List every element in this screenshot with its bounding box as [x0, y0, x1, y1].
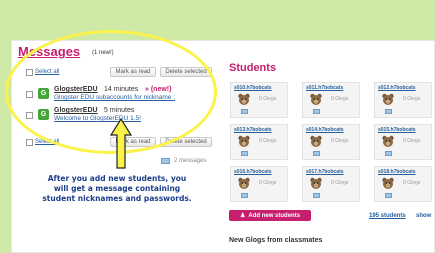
message-subject-link[interactable]: Glogster EDU subaccounts for nickname :: [54, 94, 175, 101]
message-sender[interactable]: GlogsterEDU: [54, 86, 98, 93]
delete-selected-button-bottom[interactable]: Delete selected: [160, 137, 212, 147]
student-card[interactable]: s013.h7bobcats 0 Glogs: [230, 124, 288, 160]
student-name-link[interactable]: s010.h7bobcats: [234, 85, 272, 91]
delete-selected-button-top[interactable]: Delete selected: [160, 67, 212, 77]
envelope-icon: [161, 158, 170, 164]
student-card[interactable]: s015.h7bobcats 0 Glogs: [374, 124, 432, 160]
student-glogs-count: 0 Glogs: [403, 138, 421, 144]
students-count-link[interactable]: 195 students: [369, 213, 406, 219]
messages-count: 2 messages: [174, 158, 207, 164]
student-card[interactable]: s012.h7bobcats 0 Glogs: [374, 82, 432, 118]
message-time: 5 minutes: [104, 107, 135, 114]
annotation-text: After you add new students, you will get…: [42, 174, 192, 203]
student-card[interactable]: s011.h7bobcats 0 Glogs: [302, 82, 360, 118]
student-glogs-count: 0 Glogs: [403, 96, 421, 102]
select-all-top-link[interactable]: Select all: [35, 69, 59, 75]
message-student-icon[interactable]: [313, 193, 320, 198]
student-avatar-icon: [310, 177, 322, 189]
students-title: Students: [229, 62, 277, 74]
glogster-logo-icon: G: [38, 109, 49, 120]
student-name-link[interactable]: s013.h7bobcats: [234, 127, 272, 133]
student-card[interactable]: s014.h7bobcats 0 Glogs: [302, 124, 360, 160]
student-card[interactable]: s017.h7bobcats 0 Glogs: [302, 166, 360, 202]
message-student-icon[interactable]: [241, 109, 248, 114]
add-new-students-label: Add new students: [248, 212, 301, 219]
student-avatar-icon: [310, 135, 322, 147]
student-glogs-count: 0 Glogs: [403, 180, 421, 186]
student-glogs-count: 0 Glogs: [331, 96, 349, 102]
select-all-bottom-checkbox[interactable]: [26, 139, 33, 146]
messages-title[interactable]: Messages: [18, 44, 80, 59]
message-new-flag: » (new!): [145, 86, 172, 93]
message-row-checkbox[interactable]: [26, 91, 33, 98]
student-avatar-icon: [238, 177, 250, 189]
student-card[interactable]: s016.h7bobcats 0 Glogs: [230, 166, 288, 202]
student-glogs-count: 0 Glogs: [331, 138, 349, 144]
select-all-top-checkbox[interactable]: [26, 69, 33, 76]
add-user-icon: ♟: [239, 213, 246, 219]
student-avatar-icon: [382, 177, 394, 189]
message-student-icon[interactable]: [241, 151, 248, 156]
message-student-icon[interactable]: [241, 193, 248, 198]
student-name-link[interactable]: s012.h7bobcats: [378, 85, 416, 91]
message-student-icon[interactable]: [385, 193, 392, 198]
messages-new-count: (1 new!): [92, 50, 114, 56]
new-glogs-title: New Glogs from classmates: [229, 237, 323, 244]
message-student-icon[interactable]: [385, 151, 392, 156]
student-card[interactable]: s010.h7bobcats 0 Glogs: [230, 82, 288, 118]
select-all-bottom-link[interactable]: Select all: [35, 139, 59, 145]
show-link[interactable]: show: [416, 213, 431, 219]
student-avatar-icon: [382, 93, 394, 105]
student-name-link[interactable]: s011.h7bobcats: [306, 85, 343, 91]
student-avatar-icon: [310, 93, 322, 105]
student-glogs-count: 0 Glogs: [259, 138, 277, 144]
mark-as-read-button-top[interactable]: Mark as read: [110, 67, 156, 77]
student-avatar-icon: [382, 135, 394, 147]
student-card[interactable]: s018.h7bobcats 0 Glogs: [374, 166, 432, 202]
message-student-icon[interactable]: [313, 151, 320, 156]
page-frame: [11, 40, 435, 253]
message-student-icon[interactable]: [385, 109, 392, 114]
student-name-link[interactable]: s018.h7bobcats: [378, 169, 416, 175]
student-name-link[interactable]: s017.h7bobcats: [306, 169, 344, 175]
student-avatar-icon: [238, 135, 250, 147]
message-time: 14 minutes: [104, 86, 139, 93]
message-sender[interactable]: GlogsterEDU: [54, 107, 98, 114]
student-name-link[interactable]: s015.h7bobcats: [378, 127, 416, 133]
student-avatar-icon: [238, 93, 250, 105]
student-glogs-count: 0 Glogs: [259, 96, 277, 102]
message-row-checkbox[interactable]: [26, 112, 33, 119]
student-name-link[interactable]: s016.h7bobcats: [234, 169, 272, 175]
student-glogs-count: 0 Glogs: [331, 180, 349, 186]
add-new-students-button[interactable]: ♟ Add new students: [229, 210, 311, 221]
student-glogs-count: 0 Glogs: [259, 180, 277, 186]
up-arrow-icon: [110, 118, 132, 169]
glogster-logo-icon: G: [38, 88, 49, 99]
student-name-link[interactable]: s014.h7bobcats: [306, 127, 344, 133]
message-student-icon[interactable]: [313, 109, 320, 114]
